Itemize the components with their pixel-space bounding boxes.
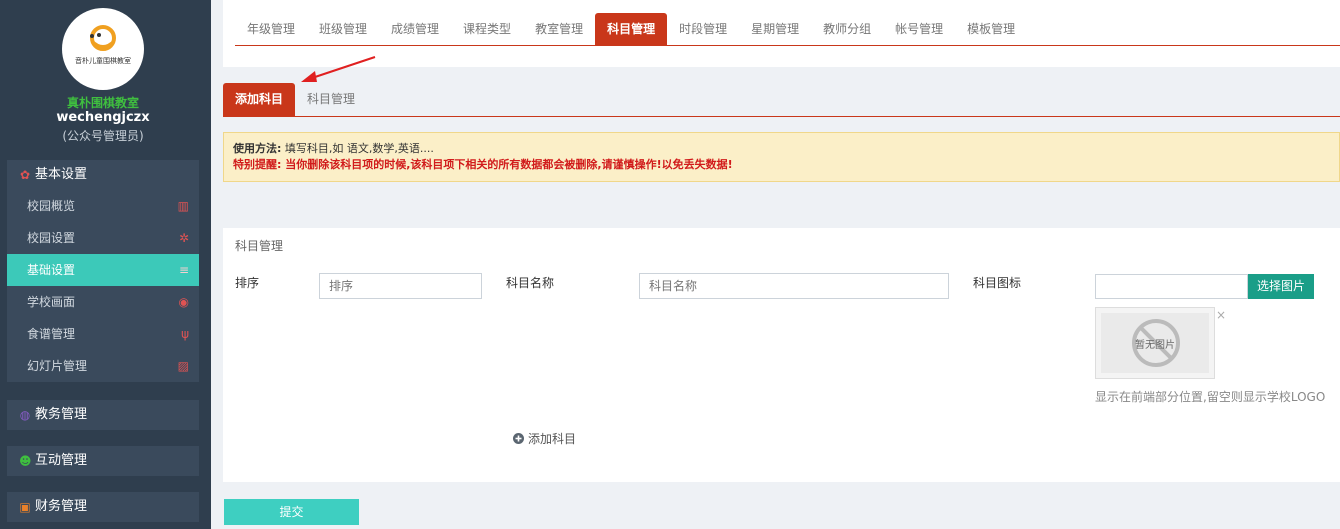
subject-icon-label: 科目图标: [973, 276, 1022, 290]
red-arrow-icon: [301, 56, 376, 82]
menu-head-interaction[interactable]: ☻ 互动管理: [7, 446, 199, 476]
top-tab-10[interactable]: 模板管理: [955, 13, 1027, 45]
wechat-icon: ☻: [19, 454, 32, 468]
sidebar: 音朴儿童围棋教室 真朴围棋教室 wechengjczx (公众号管理员) ✿ 基…: [0, 0, 211, 529]
menu-head-label: 教务管理: [35, 407, 88, 422]
usage-notice: 使用方法: 填写科目,如 语文,数学,英语.... 特别提醒: 当你删除该科目项…: [223, 132, 1340, 182]
eye-icon: ◉: [178, 295, 189, 309]
no-image-text: 暂无图片: [1135, 340, 1175, 351]
image-icon: ▨: [177, 359, 189, 373]
add-subject-link[interactable]: 添加科目: [513, 430, 576, 447]
usage-text: 填写科目,如 语文,数学,英语....: [284, 142, 434, 155]
usage-line: 使用方法: 填写科目,如 语文,数学,英语....: [233, 141, 1330, 157]
menu-group-academic[interactable]: ◍ 教务管理: [7, 400, 199, 430]
menu-item-school-screen[interactable]: 学校画面 ◉: [7, 286, 199, 318]
gear-icon: ✲: [178, 231, 189, 245]
top-tab-4[interactable]: 教室管理: [523, 13, 595, 45]
submit-button[interactable]: 提交: [224, 499, 359, 525]
menu-item-campus-overview[interactable]: 校园概览 ▥: [7, 190, 199, 222]
menu-item-label: 幻灯片管理: [27, 359, 88, 373]
menu-item-label: 校园设置: [27, 231, 76, 245]
order-label: 排序: [235, 276, 260, 290]
warning-text: 特别提醒: 当你删除该科目项的时候,该科目项下相关的所有数据都会被删除,请谨慎操…: [233, 158, 733, 171]
top-tab-bar: 年级管理 班级管理 成绩管理 课程类型 教室管理 科目管理 时段管理 星期管理 教师分组 帐号管理…: [223, 0, 1340, 67]
subject-form-panel: 科目管理 排序 科目名称 科目图标 选择图片 暂无图片 × 显示在前端部分位置,…: [223, 228, 1340, 482]
subject-icon-path-input[interactable]: [1095, 274, 1248, 299]
logo-caption: 音朴儿童围棋教室: [75, 57, 131, 65]
menu-group-finance[interactable]: ▣ 财务管理: [7, 492, 199, 522]
image-placeholder: 暂无图片: [1101, 313, 1209, 373]
smile-logo-icon: [90, 25, 116, 51]
top-tab-0[interactable]: 年级管理: [235, 13, 307, 45]
menu-item-recipes[interactable]: 食谱管理 ψ: [7, 318, 199, 350]
top-tab-1[interactable]: 班级管理: [307, 13, 379, 45]
top-tab-2[interactable]: 成绩管理: [379, 13, 451, 45]
menu-head-label: 财务管理: [35, 499, 88, 514]
top-tabs: 年级管理 班级管理 成绩管理 课程类型 教室管理 科目管理 时段管理 星期管理 教师分组 帐号管理…: [235, 13, 1027, 45]
menu-group-basic-settings: ✿ 基本设置 校园概览 ▥ 校园设置 ✲ 基础设置 ≡ 学校画面 ◉ 食谱管理 …: [7, 160, 199, 382]
top-tab-6[interactable]: 时段管理: [667, 13, 739, 45]
image-preview: 暂无图片: [1095, 307, 1215, 379]
order-input[interactable]: [319, 273, 482, 299]
gear-icon: ✿: [19, 168, 31, 182]
subject-name-label: 科目名称: [506, 276, 555, 290]
menu-group-interaction[interactable]: ☻ 互动管理: [7, 446, 199, 476]
plus-circle-icon: [513, 433, 524, 444]
menu-item-campus-settings[interactable]: 校园设置 ✲: [7, 222, 199, 254]
top-tab-8[interactable]: 教师分组: [811, 13, 883, 45]
menu-head-label: 基本设置: [35, 167, 88, 182]
panel-title: 科目管理: [235, 239, 284, 253]
school-name: 真朴围棋教室: [66, 96, 139, 110]
top-tab-divider: [235, 45, 1340, 46]
remove-image-icon[interactable]: ×: [1216, 308, 1226, 322]
sub-tab-divider: [223, 116, 1340, 117]
school-logo: 音朴儿童围棋教室: [62, 8, 144, 90]
top-tab-3[interactable]: 课程类型: [451, 13, 523, 45]
money-icon: ▣: [19, 500, 31, 514]
top-tab-9[interactable]: 帐号管理: [883, 13, 955, 45]
menu-head-finance[interactable]: ▣ 财务管理: [7, 492, 199, 522]
menu-head-label: 互动管理: [35, 453, 88, 468]
user-name: wechengjczx: [56, 110, 150, 125]
sub-tabs: 添加科目 科目管理: [223, 83, 367, 116]
menu-head-academic[interactable]: ◍ 教务管理: [7, 400, 199, 430]
menu-item-slides[interactable]: 幻灯片管理 ▨: [7, 350, 199, 382]
menu-item-label: 学校画面: [27, 295, 76, 309]
usage-label: 使用方法:: [233, 142, 282, 155]
top-tab-5[interactable]: 科目管理: [595, 13, 668, 45]
sub-tab-1[interactable]: 科目管理: [295, 83, 367, 116]
menu-item-basic-settings[interactable]: 基础设置 ≡: [7, 254, 199, 286]
list-icon: ≡: [178, 263, 189, 277]
icon-hint: 显示在前端部分位置,留空则显示学校LOGO: [1095, 390, 1326, 404]
top-tab-7[interactable]: 星期管理: [739, 13, 811, 45]
pick-image-button[interactable]: 选择图片: [1248, 274, 1314, 299]
menu-head-basic-settings[interactable]: ✿ 基本设置: [7, 160, 199, 190]
sub-tab-0[interactable]: 添加科目: [223, 83, 296, 116]
menu-item-label: 基础设置: [27, 263, 76, 277]
menu-item-label: 食谱管理: [27, 327, 76, 341]
database-icon: ◍: [19, 408, 31, 422]
add-subject-label: 添加科目: [528, 432, 577, 446]
user-role: (公众号管理员): [62, 129, 144, 143]
cutlery-icon: ψ: [181, 327, 189, 341]
menu-item-label: 校园概览: [27, 199, 76, 213]
subject-name-input[interactable]: [639, 273, 949, 299]
bank-icon: ▥: [177, 199, 189, 213]
